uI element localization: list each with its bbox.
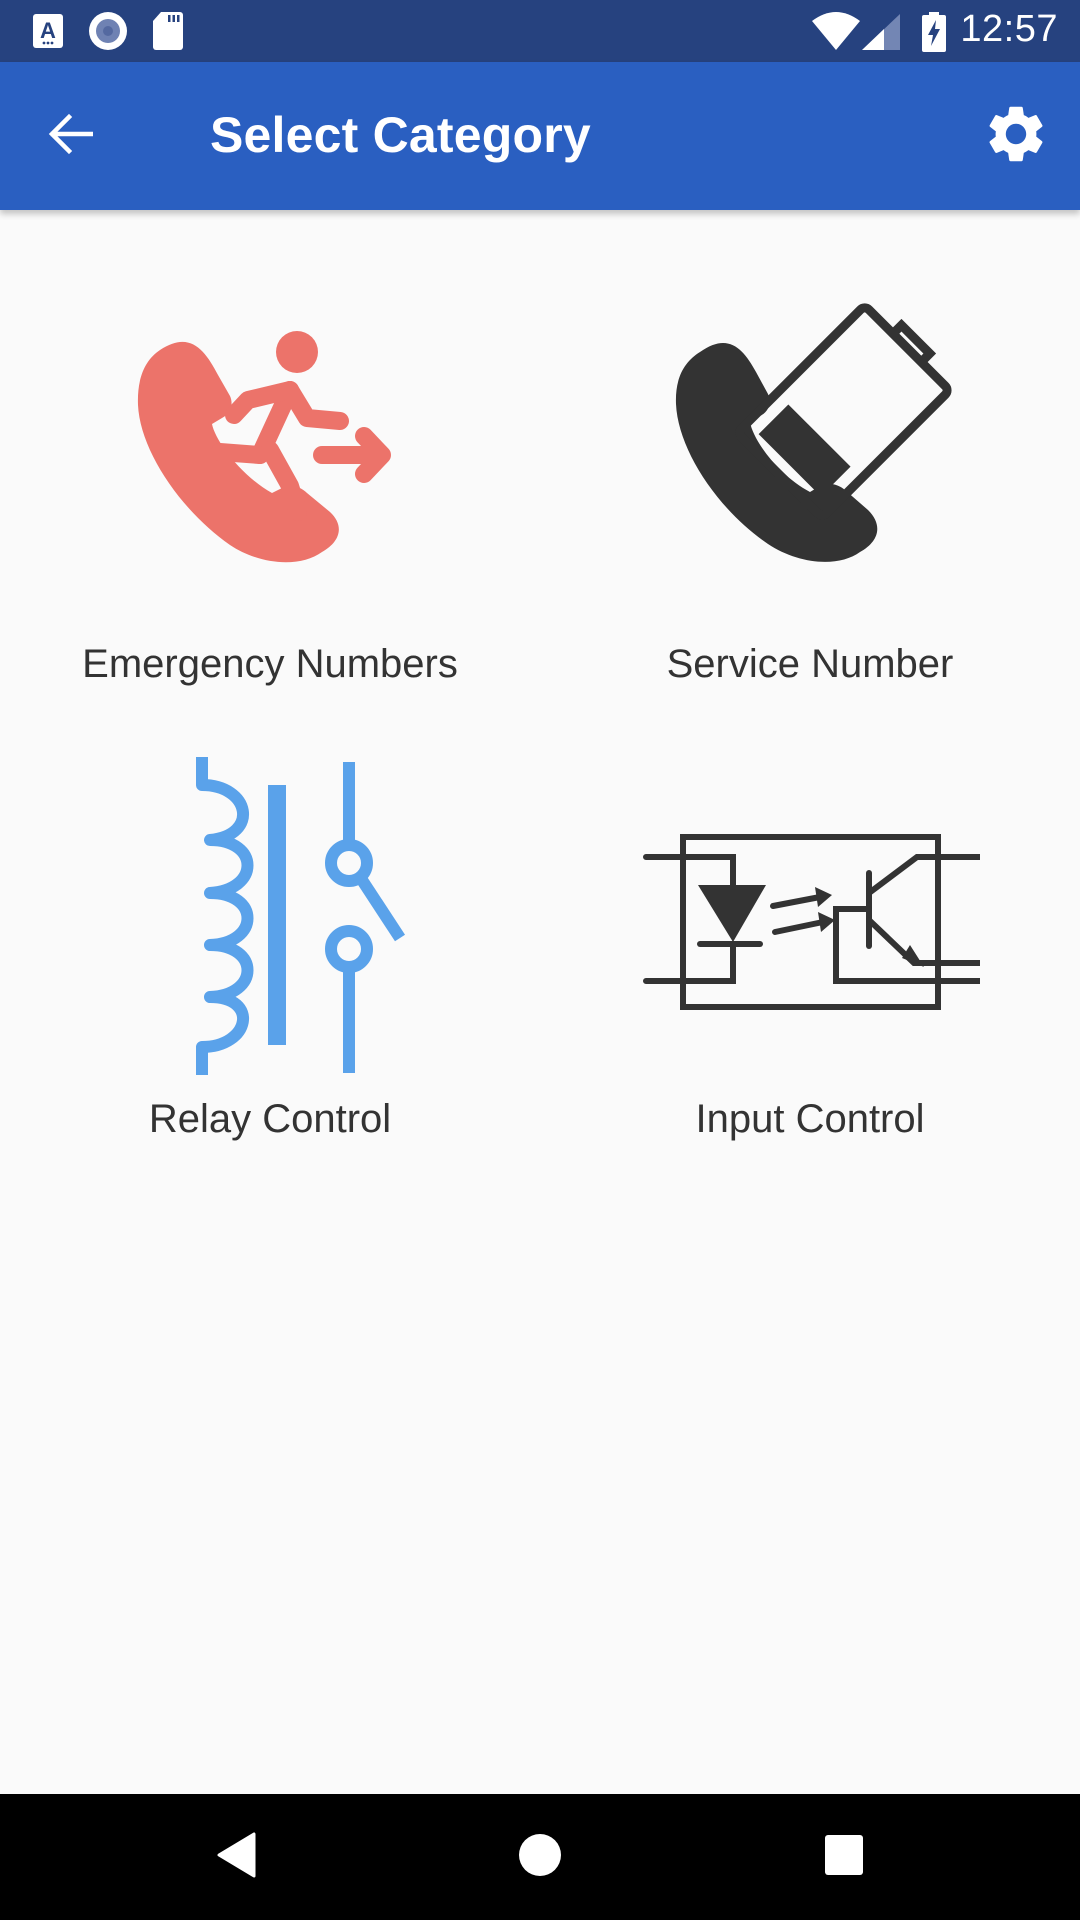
back-button[interactable] [30,98,110,174]
category-label: Emergency Numbers [82,642,458,686]
nav-home-button[interactable] [485,1822,595,1892]
cellular-signal-icon [862,14,900,55]
system-nav-bar [0,1794,1080,1920]
wifi-icon [812,12,860,55]
recents-square-icon [824,1834,864,1881]
sd-card-icon [153,12,183,55]
accessibility-a-icon: A [33,14,63,53]
nav-recents-button[interactable] [789,1822,899,1892]
category-label: Input Control [695,1097,925,1141]
status-time: 12:57 [960,8,1058,50]
category-label: Service Number [666,642,954,686]
svg-text:A: A [40,18,56,43]
battery-charging-icon [922,12,946,57]
page-title: Select Category [210,107,591,163]
optocoupler-icon [640,745,980,1075]
category-tile-emergency-numbers[interactable]: Emergency Numbers [0,290,540,687]
app-bar: Select Category [0,62,1080,210]
category-tile-relay-control[interactable]: Relay Control [0,745,540,1142]
settings-button[interactable] [972,92,1060,180]
phone-battery-icon [640,290,980,590]
category-tile-input-control[interactable]: Input Control [540,745,1080,1142]
back-triangle-icon [216,1832,258,1883]
home-circle-icon [518,1833,562,1882]
gear-icon [982,100,1050,173]
nav-back-button[interactable] [182,1822,292,1892]
emergency-exit-phone-icon [100,290,440,590]
relay-symbol-icon [100,745,440,1075]
status-bar: A 12:57 [0,0,1080,62]
record-circle-icon [89,12,127,55]
category-tile-service-number[interactable]: Service Number [540,290,1080,687]
arrow-back-icon [47,113,94,160]
category-label: Relay Control [148,1097,392,1141]
